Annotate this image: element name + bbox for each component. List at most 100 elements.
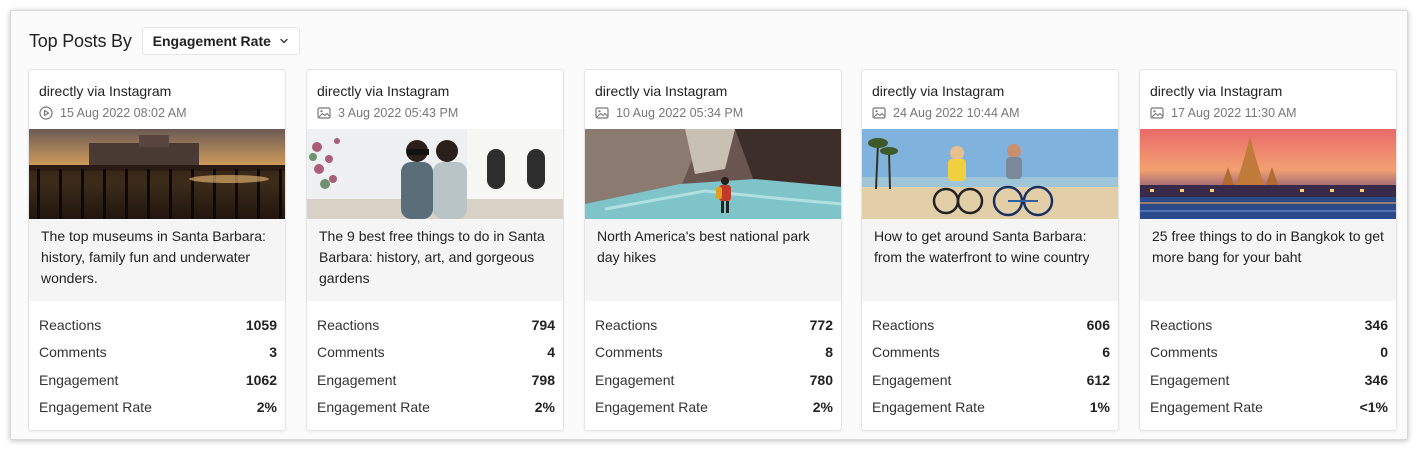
post-meta: 17 Aug 2022 11:30 AM <box>1150 106 1297 120</box>
stat-label: Engagement Rate <box>317 399 430 416</box>
stat-comments: Comments 8 <box>595 339 833 367</box>
stat-value: 2% <box>534 399 555 416</box>
stat-value: 1059 <box>245 316 277 333</box>
stat-value: 1% <box>1089 399 1110 416</box>
post-caption: The 9 best free things to do in Santa Ba… <box>307 219 563 301</box>
top-posts-panel: Top Posts By Engagement Rate directly vi… <box>10 10 1408 440</box>
stat-label: Comments <box>1150 344 1218 361</box>
metric-selector-label: Engagement Rate <box>152 33 271 49</box>
post-thumbnail[interactable] <box>29 129 286 219</box>
post-caption: The top museums in Santa Barbara: histor… <box>29 219 285 301</box>
post-card[interactable]: directly via Instagram 10 Aug 2022 05:34… <box>584 69 842 431</box>
post-stats: Reactions 1059 Comments 3 Engagement 106… <box>39 311 277 421</box>
stat-label: Reactions <box>317 316 380 333</box>
post-stats: Reactions 794 Comments 4 Engagement 798 … <box>317 311 555 421</box>
post-date: 24 Aug 2022 10:44 AM <box>893 106 1020 120</box>
stat-value: 612 <box>1086 371 1110 388</box>
stat-value: 346 <box>1364 371 1388 388</box>
post-card[interactable]: directly via Instagram 24 Aug 2022 10:44… <box>861 69 1119 431</box>
stat-label: Comments <box>39 344 107 361</box>
stat-engagement-rate: Engagement Rate 2% <box>595 394 833 422</box>
stat-reactions: Reactions 346 <box>1150 311 1388 339</box>
stat-comments: Comments 4 <box>317 339 555 367</box>
post-date: 10 Aug 2022 05:34 PM <box>616 106 744 120</box>
post-date: 15 Aug 2022 08:02 AM <box>60 106 187 120</box>
stat-engagement: Engagement 780 <box>595 366 833 394</box>
stat-label: Engagement Rate <box>1150 399 1263 416</box>
post-thumbnail[interactable] <box>307 129 564 219</box>
stat-value: 772 <box>809 316 833 333</box>
stat-engagement-rate: Engagement Rate <1% <box>1150 394 1388 422</box>
stat-reactions: Reactions 1059 <box>39 311 277 339</box>
stat-engagement-rate: Engagement Rate 1% <box>872 394 1110 422</box>
stat-engagement: Engagement 1062 <box>39 366 277 394</box>
post-thumbnail[interactable] <box>585 129 842 219</box>
post-cards: directly via Instagram 15 Aug 2022 08:02… <box>28 69 1398 431</box>
post-meta: 10 Aug 2022 05:34 PM <box>595 106 743 120</box>
stat-value: 1062 <box>245 371 277 388</box>
stat-value: 3 <box>269 344 277 361</box>
post-caption: How to get around Santa Barbara: from th… <box>862 219 1118 301</box>
post-date: 3 Aug 2022 05:43 PM <box>338 106 459 120</box>
panel-title: Top Posts By <box>29 30 132 51</box>
stat-reactions: Reactions 794 <box>317 311 555 339</box>
stat-label: Engagement <box>595 371 675 388</box>
post-caption: 25 free things to do in Bangkok to get m… <box>1140 219 1396 301</box>
post-source: directly via Instagram <box>1150 83 1283 99</box>
metric-selector-dropdown[interactable]: Engagement Rate <box>141 27 300 55</box>
chevron-down-icon <box>280 38 288 44</box>
post-card[interactable]: directly via Instagram 15 Aug 2022 08:02… <box>28 69 286 431</box>
stat-label: Engagement Rate <box>872 399 985 416</box>
stat-value: 780 <box>809 371 833 388</box>
stat-label: Reactions <box>1150 316 1213 333</box>
stat-label: Engagement <box>872 371 952 388</box>
image-icon <box>1150 107 1164 119</box>
stat-value: 6 <box>1102 344 1110 361</box>
stat-value: 2% <box>812 399 833 416</box>
stat-value: 2% <box>256 399 277 416</box>
post-meta: 24 Aug 2022 10:44 AM <box>872 106 1020 120</box>
stat-reactions: Reactions 606 <box>872 311 1110 339</box>
stat-label: Reactions <box>595 316 658 333</box>
stat-comments: Comments 6 <box>872 339 1110 367</box>
post-source: directly via Instagram <box>317 83 450 99</box>
post-date: 17 Aug 2022 11:30 AM <box>1171 106 1297 120</box>
post-thumbnail[interactable] <box>862 129 1119 219</box>
post-card[interactable]: directly via Instagram 17 Aug 2022 11:30… <box>1139 69 1397 431</box>
stat-engagement-rate: Engagement Rate 2% <box>39 394 277 422</box>
stat-label: Engagement <box>1150 371 1230 388</box>
stat-comments: Comments 0 <box>1150 339 1388 367</box>
stat-engagement: Engagement 798 <box>317 366 555 394</box>
post-card[interactable]: directly via Instagram 3 Aug 2022 05:43 … <box>306 69 564 431</box>
image-icon <box>872 107 886 119</box>
post-caption: North America's best national park day h… <box>585 219 841 301</box>
stat-label: Engagement <box>317 371 397 388</box>
post-source: directly via Instagram <box>872 83 1005 99</box>
post-thumbnail[interactable] <box>1140 129 1397 219</box>
stat-label: Comments <box>317 344 385 361</box>
stat-label: Comments <box>872 344 940 361</box>
stat-value: 606 <box>1086 316 1110 333</box>
stat-reactions: Reactions 772 <box>595 311 833 339</box>
stat-label: Comments <box>595 344 663 361</box>
post-stats: Reactions 606 Comments 6 Engagement 612 … <box>872 311 1110 421</box>
stat-label: Engagement <box>39 371 119 388</box>
stat-label: Reactions <box>39 316 102 333</box>
post-source: directly via Instagram <box>39 83 172 99</box>
stat-value: 0 <box>1380 344 1388 361</box>
panel-header: Top Posts By Engagement Rate <box>29 27 300 55</box>
post-stats: Reactions 772 Comments 8 Engagement 780 … <box>595 311 833 421</box>
stat-label: Engagement Rate <box>595 399 708 416</box>
stat-value: 4 <box>547 344 555 361</box>
stat-engagement-rate: Engagement Rate 2% <box>317 394 555 422</box>
stat-value: 794 <box>531 316 555 333</box>
stat-label: Engagement Rate <box>39 399 152 416</box>
post-meta: 15 Aug 2022 08:02 AM <box>39 106 187 120</box>
stat-engagement: Engagement 612 <box>872 366 1110 394</box>
video-icon <box>39 106 53 120</box>
image-icon <box>595 107 609 119</box>
stat-value: 8 <box>825 344 833 361</box>
post-source: directly via Instagram <box>595 83 728 99</box>
stat-label: Reactions <box>872 316 935 333</box>
post-meta: 3 Aug 2022 05:43 PM <box>317 106 458 120</box>
